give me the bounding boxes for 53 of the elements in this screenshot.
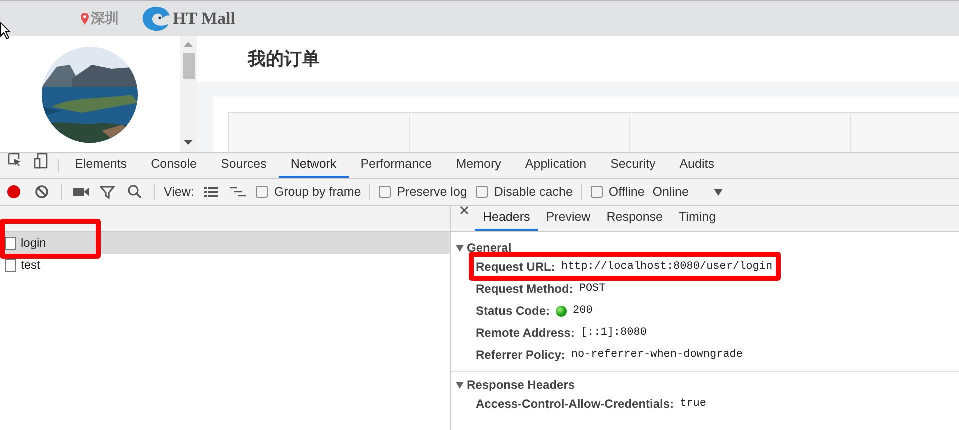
detail-tab[interactable]: Preview (538, 206, 599, 231)
caret-icon (714, 188, 723, 196)
large-rows-icon (204, 187, 218, 197)
section-header[interactable]: General (456, 240, 512, 256)
detail-tab[interactable]: Timing (671, 206, 724, 231)
detail-tab[interactable]: Headers (475, 206, 538, 231)
header-name: Access-Control-Allow-Credentials: (476, 396, 674, 413)
record-icon (7, 185, 21, 199)
header-value: true (680, 396, 706, 412)
document-icon (5, 236, 16, 250)
header-value: [::1]:8080 (580, 326, 647, 341)
waterfall-icon (230, 187, 246, 197)
devtools-tab[interactable]: Audits (668, 153, 726, 178)
devtools-tab[interactable]: Elements (63, 153, 140, 178)
option-checkbox[interactable]: Group by frame (256, 182, 362, 202)
throttling-dropdown[interactable]: Online (652, 182, 723, 202)
brand-name[interactable]: HT Mall (173, 6, 236, 32)
section-header[interactable]: Response Headers (456, 377, 576, 393)
devtools-tab[interactable]: Security (598, 153, 668, 178)
header-name: Request Method: (476, 281, 574, 298)
scrollbar-thumb[interactable] (183, 53, 195, 79)
header-name: Request URL: (476, 259, 556, 276)
devtools-tab[interactable]: Application (513, 153, 599, 178)
status-dot-icon (556, 306, 568, 316)
header-name: Remote Address: (476, 325, 575, 342)
camera-icon (73, 187, 89, 197)
devtools-tab[interactable]: Memory (444, 153, 514, 178)
option-checkbox[interactable]: Disable cache (476, 182, 573, 202)
devtools-tab[interactable]: Sources (208, 153, 279, 178)
search-icon (128, 185, 142, 199)
header-name: Referrer Policy: (476, 347, 566, 364)
scroll-down-icon (184, 140, 193, 145)
view-label: View: (164, 184, 194, 201)
whale-logo-icon (141, 6, 171, 32)
option-checkbox[interactable]: Offline (590, 182, 645, 202)
close-icon (460, 206, 469, 215)
document-icon (5, 258, 16, 272)
header-value: POST (579, 282, 606, 297)
header-name: Status Code: (476, 303, 550, 320)
devtools-tab[interactable]: Console (139, 153, 209, 178)
filter-icon (100, 186, 115, 198)
option-checkbox[interactable]: Preserve log (379, 182, 468, 202)
scroll-up-icon (184, 42, 193, 47)
inspect-icon (8, 153, 22, 167)
header-value: no-referrer-when-downgrade (571, 348, 744, 363)
clear-icon (35, 185, 49, 199)
scrollbar[interactable] (180, 36, 197, 152)
detail-tab[interactable]: Response (598, 206, 672, 231)
header-value: 200 (573, 304, 593, 319)
header-value: http://localhost:8080/user/login (561, 260, 773, 275)
location-pin-icon (81, 12, 89, 24)
devtools-tab[interactable]: Performance (348, 153, 444, 178)
page-title: 我的订单 (248, 48, 320, 70)
